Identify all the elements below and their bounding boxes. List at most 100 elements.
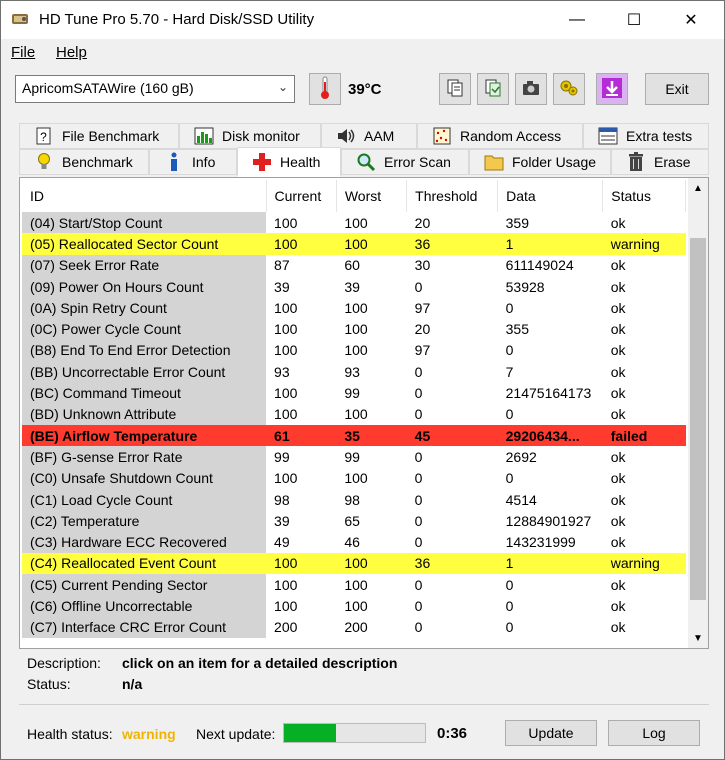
column-header-worst[interactable]: Worst [336, 180, 408, 212]
table-row[interactable]: (BB) Uncorrectable Error Count 93 93 0 7 ok [22, 361, 686, 383]
cell-status: failed [602, 424, 686, 447]
menu-bar: File Help [1, 39, 724, 65]
cell-current: 61 [266, 424, 337, 447]
column-header-id[interactable]: ID [22, 180, 267, 212]
cell-current: 100 [274, 342, 298, 359]
table-row[interactable]: (C1) Load Cycle Count 98 98 0 4514 ok [22, 488, 686, 511]
cell-threshold: 36 [406, 552, 498, 575]
cell-current: 49 [274, 534, 290, 551]
log-button[interactable]: Log [608, 720, 700, 746]
table-row[interactable]: (09) Power On Hours Count 39 39 0 53928 ok [22, 275, 686, 298]
column-header-data[interactable]: Data [497, 180, 604, 212]
cell-worst: 93 [344, 363, 360, 380]
cell-threshold: 45 [406, 424, 498, 447]
cell-data: 53928 [505, 278, 545, 295]
thermometer-icon [318, 76, 332, 103]
cell-worst: 100 [344, 576, 368, 593]
tab-disk-monitor[interactable]: Disk monitor [179, 123, 321, 149]
cell-threshold: 97 [414, 299, 431, 316]
smart-attributes-table: ID Current Worst Threshold Data Status (… [22, 180, 686, 638]
cell-status: ok [610, 278, 626, 295]
table-row[interactable]: (0A) Spin Retry Count 100 100 97 0 ok [22, 297, 686, 319]
table-row[interactable]: (0C) Power Cycle Count 100 100 20 355 ok [22, 318, 686, 340]
column-header-current[interactable]: Current [266, 180, 337, 212]
menu-file[interactable]: File [11, 44, 35, 61]
screenshot-button[interactable] [515, 73, 547, 105]
cell-worst: 100 [344, 597, 368, 614]
progress-fill [284, 724, 337, 742]
exit-button[interactable]: Exit [645, 73, 709, 105]
table-row[interactable]: (C5) Current Pending Sector 100 100 0 0 ok [22, 574, 686, 596]
tab-erase[interactable]: Erase [611, 149, 709, 175]
cell-threshold: 0 [414, 278, 423, 295]
scroll-up-icon[interactable]: ▲ [688, 178, 708, 198]
column-header-status[interactable]: Status [602, 180, 686, 212]
tab-error-scan[interactable]: Error Scan [341, 149, 469, 175]
cell-current: 39 [274, 278, 290, 295]
cell-data: 29206434... [497, 424, 603, 447]
scroll-down-icon[interactable]: ▼ [688, 628, 708, 648]
download-icon [601, 77, 623, 102]
tab-label: AAM [364, 128, 395, 144]
cell-status: warning [602, 233, 686, 255]
cell-threshold: 97 [414, 342, 431, 359]
tab-file-benchmark[interactable]: ? File Benchmark [19, 123, 179, 149]
table-row[interactable]: (04) Start/Stop Count 100 100 20 359 ok [22, 212, 686, 234]
maximize-button[interactable]: ☐ [611, 1, 657, 39]
tab-extra-tests[interactable]: Extra tests [583, 123, 709, 149]
temperature-readout: 39°C [348, 81, 382, 98]
table-row[interactable]: (BE) Airflow Temperature 61 35 45 29206434..… [22, 424, 686, 447]
cell-worst: 100 [336, 552, 407, 575]
tab-benchmark[interactable]: Benchmark [19, 149, 149, 175]
table-row[interactable]: (C3) Hardware ECC Recovered 49 46 0 14323199… [22, 531, 686, 553]
scrollbar-thumb[interactable] [690, 238, 706, 600]
table-row[interactable]: (B8) End To End Error Detection 100 100 97 0… [22, 339, 686, 362]
save-button[interactable] [477, 73, 509, 105]
tab-aam[interactable]: AAM [321, 123, 417, 149]
cell-id: (B8) End To End Error Detection [22, 339, 267, 362]
camera-icon [521, 79, 541, 100]
benchmark-icon [34, 152, 54, 172]
cell-data: 2692 [505, 448, 537, 465]
cell-current: 100 [274, 597, 298, 614]
menu-help[interactable]: Help [56, 44, 87, 61]
tab-label: Random Access [460, 128, 562, 144]
table-row[interactable]: (C6) Offline Uncorrectable 100 100 0 0 ok [22, 595, 686, 617]
copy-button[interactable] [439, 73, 471, 105]
cell-worst: 200 [344, 619, 368, 636]
download-button[interactable] [596, 73, 628, 105]
health-panel: ID Current Worst Threshold Data Status (… [19, 177, 709, 649]
tab-health[interactable]: Health [237, 147, 341, 177]
column-header-threshold[interactable]: Threshold [406, 180, 499, 212]
update-button[interactable]: Update [505, 720, 597, 746]
vertical-scrollbar[interactable]: ▲ ▼ [688, 178, 708, 648]
cell-data: 359 [505, 214, 529, 231]
table-row[interactable]: (BD) Unknown Attribute 100 100 0 0 ok [22, 403, 686, 425]
health-status-label: Health status: [27, 726, 113, 742]
temperature-button[interactable] [309, 73, 341, 105]
cell-threshold: 0 [414, 534, 423, 551]
cell-threshold: 0 [414, 576, 423, 593]
table-row[interactable]: (BC) Command Timeout 100 99 0 21475164173 ok [22, 382, 686, 404]
table-row[interactable]: (C0) Unsafe Shutdown Count 100 100 0 0 ok [22, 467, 686, 489]
status-label: Status: [27, 676, 71, 692]
table-row[interactable]: (C2) Temperature 39 65 0 12884901927 ok [22, 510, 686, 532]
random-access-icon [432, 126, 452, 146]
minimize-button[interactable]: — [554, 1, 600, 39]
cell-threshold: 36 [406, 233, 498, 255]
table-row[interactable]: (07) Seek Error Rate 87 60 30 611149024 ok [22, 254, 686, 276]
table-row[interactable]: (05) Reallocated Sector Count 100 100 36 1 wa… [22, 233, 686, 255]
tab-folder-usage[interactable]: Folder Usage [469, 149, 611, 175]
table-row[interactable]: (C7) Interface CRC Error Count 200 200 0 0 ok [22, 616, 686, 638]
close-button[interactable]: ✕ [668, 1, 714, 39]
tab-random-access[interactable]: Random Access [417, 123, 583, 149]
cell-data: 1 [497, 233, 603, 255]
drive-select[interactable]: ApricomSATAWire (160 gB) ⌄ [15, 75, 295, 103]
table-row[interactable]: (BF) G-sense Error Rate 99 99 0 2692 ok [22, 446, 686, 468]
options-button[interactable] [553, 73, 585, 105]
table-row[interactable]: (C4) Reallocated Event Count 100 100 36 1 war… [22, 552, 686, 575]
tab-info[interactable]: Info [149, 149, 237, 175]
drive-select-value: ApricomSATAWire (160 gB) [22, 80, 194, 96]
exit-button-label: Exit [665, 81, 689, 97]
cell-data: 0 [505, 299, 514, 316]
